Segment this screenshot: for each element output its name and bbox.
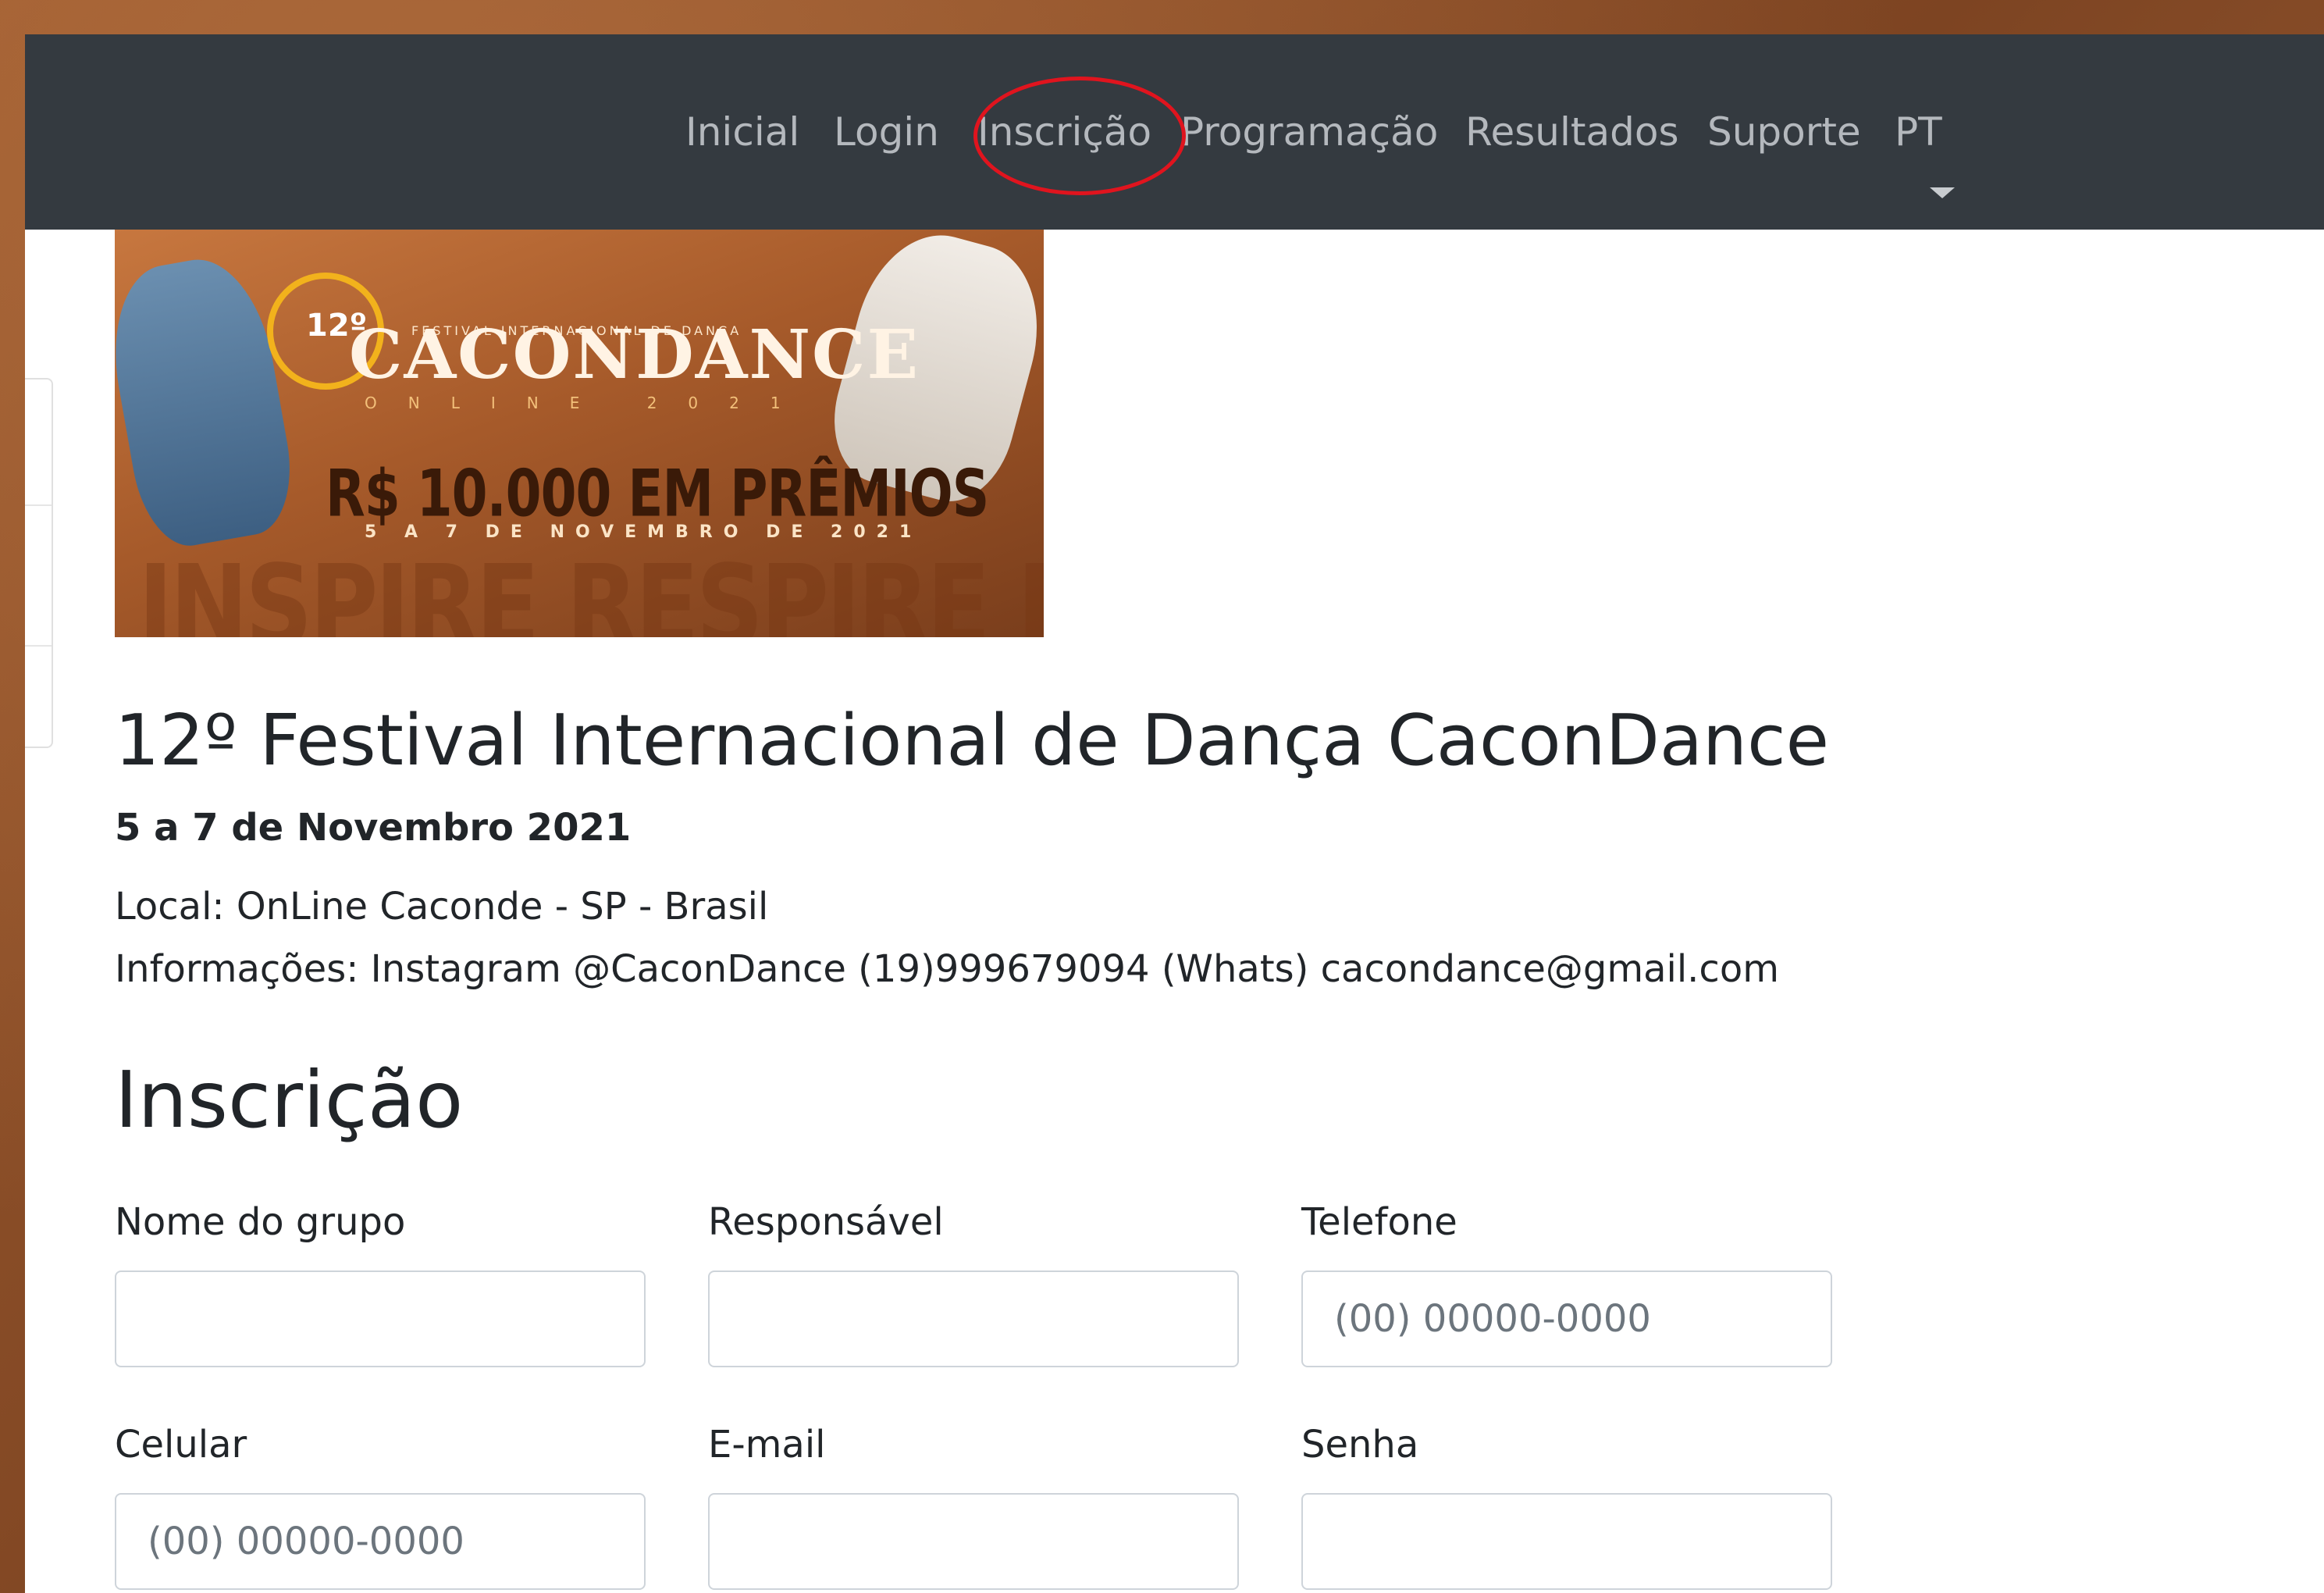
highlight-circle-annotation: [973, 77, 1186, 195]
phone-input[interactable]: [1301, 1270, 1832, 1367]
banner-prize: R$ 10.000 EM PRÊMIOS: [326, 456, 989, 532]
nav-item-suporte[interactable]: Suporte: [1707, 106, 1861, 158]
email-input[interactable]: [708, 1493, 1239, 1590]
responsible-label: Responsável: [708, 1200, 944, 1244]
event-dates: 5 a 7 de Novembro 2021: [115, 806, 632, 850]
nav-item-programacao[interactable]: Programação: [1180, 106, 1438, 158]
banner-watermark: INSPIRE RESPIRE DANCE: [138, 542, 1044, 637]
event-title: 12º Festival Internacional de Dança Caco…: [115, 700, 1829, 782]
dancer-figure: [115, 249, 302, 554]
nav-item-login[interactable]: Login: [834, 106, 939, 158]
password-label: Senha: [1301, 1423, 1419, 1466]
email-label: E-mail: [708, 1423, 826, 1466]
mobile-input[interactable]: [115, 1493, 646, 1590]
banner-online: ONLINE 2021: [365, 394, 812, 412]
event-location: Local: OnLine Caconde - SP - Brasil: [115, 885, 769, 928]
banner-logo: CACONDANCE: [349, 315, 920, 394]
mobile-label: Celular: [115, 1423, 247, 1466]
nav-item-inicial[interactable]: Inicial: [685, 106, 799, 158]
divider: [25, 645, 52, 647]
chevron-down-icon[interactable]: [1930, 187, 1955, 198]
phone-label: Telefone: [1301, 1200, 1457, 1244]
responsible-input[interactable]: [708, 1270, 1239, 1367]
top-navbar: Inicial Login Inscrição Programação Resu…: [25, 34, 2324, 230]
event-banner-image: 12º FESTIVAL INTERNACIONAL DE DANÇA CACO…: [115, 230, 1044, 637]
group-name-input[interactable]: [115, 1270, 646, 1367]
banner-dates: 5 A 7 DE NOVEMBRO DE 2021: [365, 522, 923, 542]
event-contact-info: Informações: Instagram @CaconDance (19)9…: [115, 947, 1779, 991]
registration-heading: Inscrição: [115, 1054, 464, 1146]
divider: [25, 504, 52, 506]
language-dropdown[interactable]: PT: [1895, 106, 1942, 158]
group-name-label: Nome do grupo: [115, 1200, 406, 1244]
main-content: 12º FESTIVAL INTERNACIONAL DE DANÇA CACO…: [25, 230, 2324, 1593]
side-tab: [25, 378, 53, 748]
nav-item-resultados[interactable]: Resultados: [1465, 106, 1679, 158]
password-input[interactable]: [1301, 1493, 1832, 1590]
